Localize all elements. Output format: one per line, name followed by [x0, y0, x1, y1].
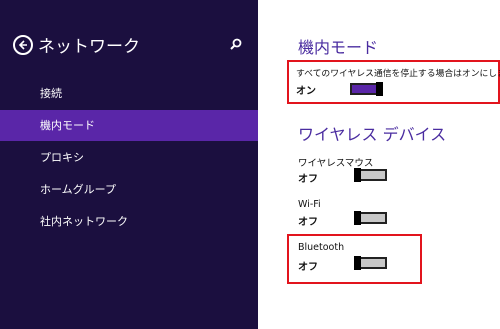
sidebar-item-proxy[interactable]: プロキシ [0, 142, 258, 173]
airplane-mode-toggle[interactable] [350, 82, 383, 96]
wireless-mouse-state: オフ [298, 174, 318, 185]
sidebar-title: ネットワーク [38, 37, 140, 57]
bluetooth-state: オフ [298, 262, 318, 273]
search-icon[interactable] [229, 37, 243, 51]
bluetooth-label: Bluetooth [298, 242, 345, 253]
sidebar-item-label: 社内ネットワーク [40, 215, 128, 228]
sidebar-item-homegroup[interactable]: ホームグループ [0, 174, 258, 205]
sidebar-item-workplace[interactable]: 社内ネットワーク [0, 206, 258, 237]
wireless-mouse-toggle[interactable] [354, 168, 387, 182]
sidebar-item-label: プロキシ [40, 151, 84, 164]
wifi-toggle[interactable] [354, 211, 387, 225]
sidebar-item-label: ホームグループ [40, 183, 117, 196]
airplane-mode-state: オン [296, 86, 316, 97]
bluetooth-toggle[interactable] [354, 256, 387, 270]
sidebar-item-label: 接続 [40, 87, 62, 100]
wireless-mouse-label: ワイヤレスマウス [298, 158, 374, 169]
toggle-thumb[interactable] [354, 168, 361, 182]
back-arrow-icon [18, 40, 27, 50]
wifi-label: Wi-Fi [298, 199, 321, 210]
sidebar-item-label: 機内モード [40, 119, 95, 132]
toggle-thumb[interactable] [354, 211, 361, 225]
toggle-thumb[interactable] [376, 82, 383, 96]
sidebar-item-airplane-mode[interactable]: 機内モード [0, 110, 258, 141]
sidebar-item-connections[interactable]: 接続 [0, 78, 258, 109]
sidebar: ネットワーク 接続 機内モード プロキシ ホームグループ 社内ネットワーク [0, 0, 258, 329]
wifi-state: オフ [298, 217, 318, 228]
main-panel: 機内モード すべてのワイヤレス通信を停止する場合はオンにします オン ワイヤレス… [258, 0, 500, 329]
wireless-devices-title: ワイヤレス デバイス [298, 125, 447, 144]
airplane-mode-description: すべてのワイヤレス通信を停止する場合はオンにします [296, 69, 500, 79]
airplane-mode-title: 機内モード [298, 38, 379, 57]
back-button[interactable] [13, 35, 33, 55]
toggle-thumb[interactable] [354, 256, 361, 270]
